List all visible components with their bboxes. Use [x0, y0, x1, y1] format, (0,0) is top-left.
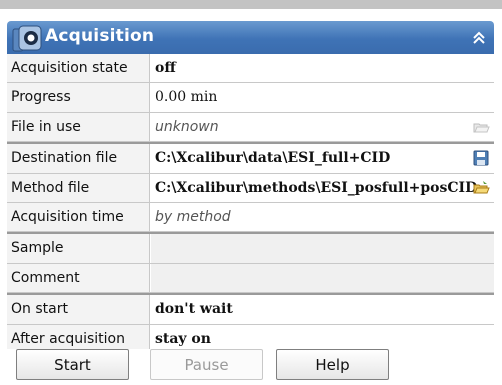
value-destination-file[interactable]: C:\Xcalibur\data\ESI_full+CID [151, 144, 494, 172]
open-folder-icon[interactable] [472, 118, 490, 136]
panel-title: Acquisition [45, 26, 155, 46]
row-progress: Progress 0.00 min [7, 83, 494, 113]
camera-icon [12, 25, 42, 52]
value-method-file[interactable]: C:\Xcalibur\methods\ESI_posfull+posCID [151, 174, 494, 202]
value-file-in-use[interactable]: unknown [151, 113, 494, 141]
panel-header[interactable]: Acquisition [7, 21, 494, 54]
top-strip [0, 0, 502, 9]
row-sample: Sample [7, 232, 494, 264]
label-comment: Comment [7, 263, 150, 293]
label-method-file: Method file [7, 173, 150, 202]
value-on-start[interactable]: don't wait [151, 295, 494, 323]
row-file-in-use: File in use unknown [7, 112, 494, 143]
row-method-file: Method file C:\Xcalibur\methods\ESI_posf… [7, 173, 494, 203]
value-comment[interactable] [151, 263, 494, 293]
double-chevron-up-icon[interactable] [472, 31, 486, 45]
button-bar: Start Pause Help [7, 349, 494, 385]
value-acquisition-time[interactable]: by method [151, 203, 494, 231]
value-sample[interactable] [151, 234, 494, 263]
open-folder-icon[interactable] [472, 179, 490, 197]
label-progress: Progress [7, 83, 150, 112]
row-destination-file: Destination file C:\Xcalibur\data\ESI_fu… [7, 142, 494, 174]
start-button[interactable]: Start [16, 349, 129, 380]
label-destination-file: Destination file [7, 144, 150, 173]
save-disk-icon[interactable] [472, 149, 490, 167]
label-file-in-use: File in use [7, 112, 150, 142]
row-comment: Comment [7, 263, 494, 294]
row-acquisition-time: Acquisition time by method [7, 202, 494, 233]
label-on-start: On start [7, 295, 150, 324]
label-acquisition-time: Acquisition time [7, 202, 150, 232]
acquisition-panel: Acquisition Acquisition state off Progre… [7, 9, 494, 385]
pause-button[interactable]: Pause [150, 349, 263, 380]
label-acquisition-state: Acquisition state [7, 54, 150, 83]
row-acquisition-state: Acquisition state off [7, 54, 494, 84]
value-acquisition-state[interactable]: off [151, 54, 494, 82]
row-on-start: On start don't wait [7, 293, 494, 325]
label-sample: Sample [7, 234, 150, 263]
property-grid: Acquisition state off Progress 0.00 min … [7, 54, 494, 354]
value-progress[interactable]: 0.00 min [151, 83, 494, 111]
help-button[interactable]: Help [276, 349, 389, 380]
